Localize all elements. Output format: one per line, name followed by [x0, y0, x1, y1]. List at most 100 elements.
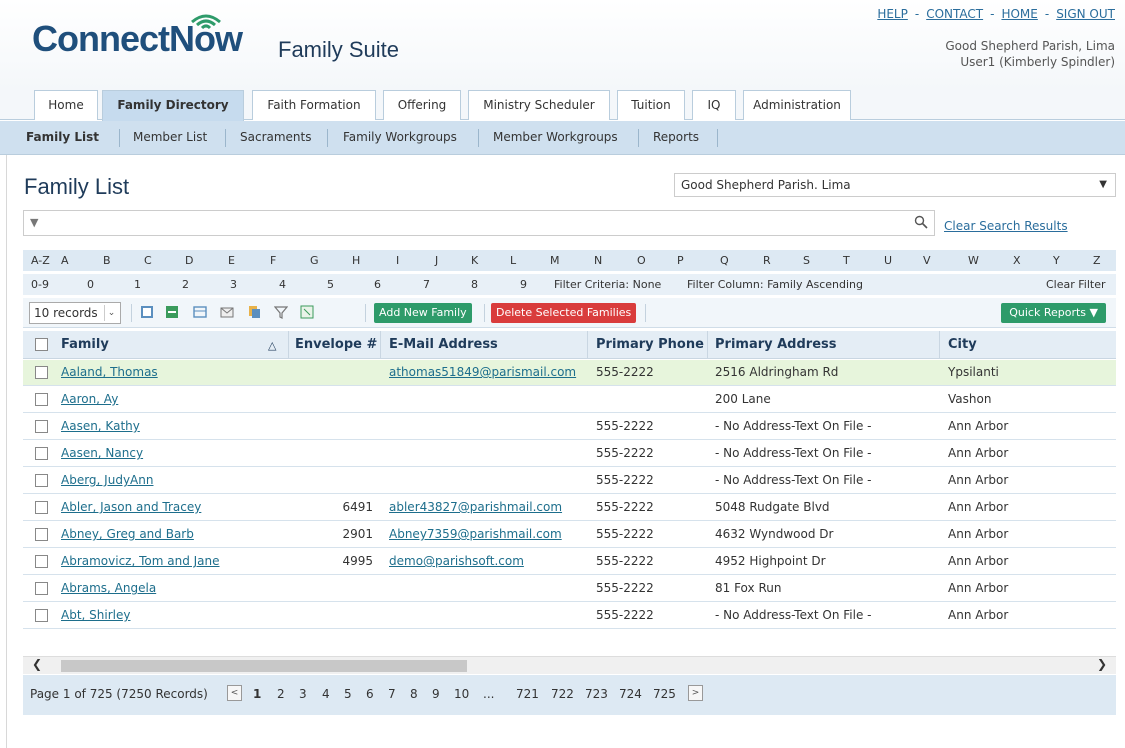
row-checkbox[interactable]	[35, 447, 48, 460]
family-link[interactable]: Abramovicz, Tom and Jane	[61, 554, 220, 568]
alpha-letter[interactable]: N	[594, 254, 602, 267]
family-link[interactable]: Aberg, JudyAnn	[61, 473, 153, 487]
alpha-letter[interactable]: O	[637, 254, 646, 267]
numeric-filter[interactable]: 6	[374, 278, 381, 291]
page-link[interactable]: 3	[299, 687, 307, 701]
records-per-page-select[interactable]: 10 records ⌄	[29, 302, 121, 324]
page-link[interactable]: 6	[366, 687, 374, 701]
family-link[interactable]: Abrams, Angela	[61, 581, 156, 595]
add-new-family-button[interactable]: Add New Family	[374, 303, 472, 323]
quick-reports-button[interactable]: Quick Reports ▼	[1001, 303, 1106, 323]
row-checkbox[interactable]	[35, 582, 48, 595]
email-link[interactable]: demo@parishsoft.com	[389, 554, 524, 568]
col-family[interactable]: Family	[61, 337, 109, 352]
family-link[interactable]: Abler, Jason and Tracey	[61, 500, 201, 514]
subtab-family-workgroups[interactable]: Family Workgroups	[343, 130, 457, 144]
numeric-filter[interactable]: 8	[471, 278, 478, 291]
email-icon[interactable]	[220, 305, 234, 319]
tab-home[interactable]: Home	[34, 90, 98, 120]
page-link[interactable]: 8	[410, 687, 418, 701]
alpha-letter[interactable]: B	[103, 254, 111, 267]
page-link[interactable]: 723	[585, 687, 608, 701]
scroll-right-icon[interactable]: ❯	[1097, 657, 1107, 671]
numeric-filter[interactable]: 4	[279, 278, 286, 291]
alpha-letter[interactable]: H	[352, 254, 360, 267]
scroll-left-icon[interactable]: ❮	[32, 657, 42, 671]
tab-tuition[interactable]: Tuition	[617, 90, 685, 120]
family-link[interactable]: Aaron, Ay	[61, 392, 118, 406]
email-link[interactable]: abler43827@parishmail.com	[389, 500, 562, 514]
alpha-0-9[interactable]: 0-9	[31, 278, 49, 291]
numeric-filter[interactable]: 5	[327, 278, 334, 291]
numeric-filter[interactable]: 9	[520, 278, 527, 291]
alpha-letter[interactable]: Z	[1093, 254, 1101, 267]
row-checkbox[interactable]	[35, 528, 48, 541]
help-link[interactable]: HELP	[877, 7, 908, 21]
row-checkbox[interactable]	[35, 609, 48, 622]
connectnow-logo[interactable]: ConnectNow	[32, 14, 243, 60]
family-link[interactable]: Aasen, Nancy	[61, 446, 143, 460]
table-row[interactable]: Aasen, Nancy 555-2222 - No Address-Text …	[23, 441, 1116, 467]
contact-link[interactable]: CONTACT	[926, 7, 983, 21]
table-row[interactable]: Aaron, Ay 200 Lane Vashon	[23, 387, 1116, 413]
row-checkbox[interactable]	[35, 555, 48, 568]
select-all-checkbox[interactable]	[35, 338, 48, 351]
col-email[interactable]: E-Mail Address	[389, 337, 498, 352]
alpha-letter[interactable]: L	[510, 254, 516, 267]
page-link[interactable]: 7	[388, 687, 396, 701]
email-link[interactable]: Abney7359@parishmail.com	[389, 527, 562, 541]
numeric-filter[interactable]: 2	[182, 278, 189, 291]
alpha-letter[interactable]: X	[1013, 254, 1021, 267]
alpha-letter[interactable]: K	[471, 254, 478, 267]
row-checkbox[interactable]	[35, 393, 48, 406]
table-row[interactable]: Abrams, Angela 555-2222 81 Fox Run Ann A…	[23, 576, 1116, 602]
alpha-letter[interactable]: U	[884, 254, 892, 267]
subtab-member-list[interactable]: Member List	[133, 130, 207, 144]
table-row[interactable]: Abramovicz, Tom and Jane 4995 demo@paris…	[23, 549, 1116, 575]
tab-offering[interactable]: Offering	[383, 90, 461, 120]
subtab-reports[interactable]: Reports	[653, 130, 699, 144]
alpha-letter[interactable]: W	[968, 254, 979, 267]
scrollbar-thumb[interactable]	[61, 660, 467, 672]
search-input[interactable]: ▼	[23, 210, 935, 236]
numeric-filter[interactable]: 1	[134, 278, 141, 291]
numeric-filter[interactable]: 7	[423, 278, 430, 291]
family-link[interactable]: Aaland, Thomas	[61, 365, 158, 379]
row-checkbox[interactable]	[35, 420, 48, 433]
tab-administration[interactable]: Administration	[743, 90, 851, 120]
tab-family-directory[interactable]: Family Directory	[102, 90, 244, 121]
numeric-filter[interactable]: 3	[230, 278, 237, 291]
family-link[interactable]: Abney, Greg and Barb	[61, 527, 194, 541]
search-icon[interactable]	[914, 215, 928, 229]
table-row[interactable]: Abler, Jason and Tracey 6491 abler43827@…	[23, 495, 1116, 521]
subtab-family-list[interactable]: Family List	[26, 130, 99, 144]
spreadsheet-icon[interactable]	[300, 305, 314, 319]
alpha-letter[interactable]: C	[144, 254, 152, 267]
alpha-letter[interactable]: R	[763, 254, 771, 267]
page-link[interactable]: 4	[322, 687, 330, 701]
row-checkbox[interactable]	[35, 501, 48, 514]
table-row[interactable]: Aaland, Thomas athomas51849@parismail.co…	[23, 360, 1116, 386]
alpha-letter[interactable]: D	[185, 254, 193, 267]
col-primary-address[interactable]: Primary Address	[715, 337, 837, 352]
page-link[interactable]: 724	[619, 687, 642, 701]
parish-select[interactable]: Good Shepherd Parish. Lima ▼	[674, 173, 1116, 197]
tab-iq[interactable]: IQ	[692, 90, 736, 120]
page-link[interactable]: 722	[551, 687, 574, 701]
page-link[interactable]: 721	[516, 687, 539, 701]
page-link[interactable]: 2	[277, 687, 285, 701]
import-icon[interactable]	[165, 305, 179, 319]
home-link[interactable]: HOME	[1001, 7, 1037, 21]
tab-faith-formation[interactable]: Faith Formation	[252, 90, 376, 120]
col-primary-phone[interactable]: Primary Phone	[596, 337, 704, 352]
page-ellipsis[interactable]: ...	[483, 687, 494, 701]
numeric-filter[interactable]: 0	[87, 278, 94, 291]
family-link[interactable]: Abt, Shirley	[61, 608, 130, 622]
page-link[interactable]: 5	[344, 687, 352, 701]
next-page-icon[interactable]: >	[688, 685, 703, 701]
clear-search-link[interactable]: Clear Search Results	[944, 219, 1068, 233]
email-link[interactable]: athomas51849@parismail.com	[389, 365, 576, 379]
alpha-letter[interactable]: E	[228, 254, 235, 267]
alpha-letter[interactable]: I	[396, 254, 399, 267]
page-link[interactable]: 725	[653, 687, 676, 701]
